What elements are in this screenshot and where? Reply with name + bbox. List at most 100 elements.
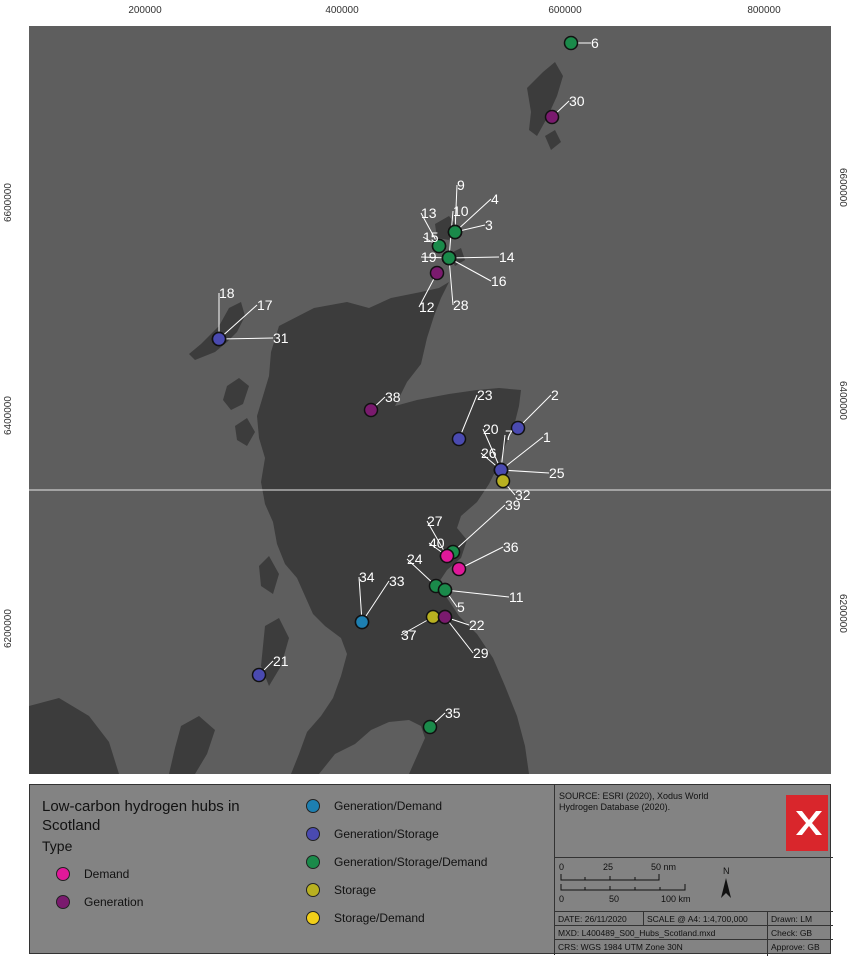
- hub-label: 33: [389, 573, 405, 589]
- legend-label: Generation/Storage: [334, 827, 439, 841]
- map-canvas[interactable]: 6 30 9 4 13 10 3 15 14 19 16 12 28 18 17 31 38 23 2 20 7 1 26 2…: [29, 26, 831, 774]
- hub-marker[interactable]: [354, 614, 370, 630]
- north-label: N: [723, 866, 730, 876]
- legend-item-generation-storage: Generation/Storage: [306, 827, 439, 841]
- hub-label: 12: [419, 299, 435, 315]
- scale-km-0: 0: [559, 894, 564, 904]
- hub-marker[interactable]: [437, 609, 453, 625]
- legend-item-demand: Demand: [56, 867, 129, 881]
- scale-nm-50: 50 nm: [651, 862, 676, 872]
- hub-label: 35: [445, 705, 461, 721]
- date-text: DATE: 26/11/2020: [558, 914, 627, 924]
- storage-swatch: [306, 883, 320, 897]
- hub-marker[interactable]: [563, 35, 579, 51]
- hub-marker[interactable]: [363, 402, 379, 418]
- y-tick-label-right: 6200000: [837, 594, 848, 633]
- check-text: Check: GB: [771, 928, 813, 938]
- hub-marker[interactable]: [544, 109, 560, 125]
- generation-demand-swatch: [306, 799, 320, 813]
- scale-km-100: 100 km: [661, 894, 691, 904]
- legend-label: Demand: [84, 867, 130, 881]
- hub-marker[interactable]: [211, 331, 227, 347]
- y-tick-label-right: 6600000: [837, 168, 848, 207]
- hub-marker[interactable]: [451, 561, 467, 577]
- hub-label: 23: [477, 387, 493, 403]
- legend-item-storage-demand: Storage/Demand: [306, 911, 425, 925]
- north-arrow-icon: [721, 878, 731, 898]
- hub-label: 9: [457, 177, 465, 193]
- legend-item-generation: Generation: [56, 895, 143, 909]
- y-tick-label: 6200000: [3, 609, 14, 648]
- hub-label: 14: [499, 249, 515, 265]
- x-tick-label: 400000: [325, 5, 359, 16]
- legend-type-label: Type: [42, 838, 73, 854]
- x-tick-label: 200000: [128, 5, 162, 16]
- scale-km-50: 50: [609, 894, 619, 904]
- landmass: [29, 62, 563, 774]
- storage-demand-swatch: [306, 911, 320, 925]
- hub-marker[interactable]: [251, 667, 267, 683]
- hub-label: 40: [429, 535, 445, 551]
- hub-label: 16: [491, 273, 507, 289]
- hub-label: 37: [401, 627, 417, 643]
- hub-label: 38: [385, 389, 401, 405]
- hub-label: 22: [469, 617, 485, 633]
- scale-nm-25: 25: [603, 862, 613, 872]
- hub-label: 29: [473, 645, 489, 661]
- hub-label: 31: [273, 330, 289, 346]
- source-text: SOURCE: ESRI (2020), Xodus World Hydroge…: [559, 791, 709, 812]
- mxd-text: MXD: L400489_S00_Hubs_Scotland.mxd: [558, 928, 716, 938]
- legend-item-generation-demand: Generation/Demand: [306, 799, 442, 813]
- hub-marker[interactable]: [429, 265, 445, 281]
- meta-row-crs: CRS: WGS 1984 UTM Zone 30N Approve: GB: [555, 939, 833, 956]
- leader-line: [444, 589, 510, 598]
- hub-label: 15: [423, 229, 439, 245]
- hub-label: 18: [219, 285, 235, 301]
- hub-marker[interactable]: [447, 224, 463, 240]
- hub-label: 27: [427, 513, 443, 529]
- hub-label: 39: [505, 497, 521, 513]
- x-tick-label: 800000: [747, 5, 781, 16]
- hub-label: 25: [549, 465, 565, 481]
- hub-label: 4: [491, 191, 499, 207]
- hub-label: 36: [503, 539, 519, 555]
- legend-label: Storage/Demand: [334, 911, 425, 925]
- generation-storage-swatch: [306, 827, 320, 841]
- legend-label: Generation/Demand: [334, 799, 443, 813]
- demand-swatch: [56, 867, 70, 881]
- drawn-text: Drawn: LM: [771, 914, 813, 924]
- hub-marker[interactable]: [425, 609, 441, 625]
- hub-label: 17: [257, 297, 273, 313]
- hub-label: 3: [485, 217, 493, 233]
- generation-swatch: [56, 895, 70, 909]
- x-tick-label: 600000: [548, 5, 582, 16]
- scale-bar: 0 25 50 nm 0 50 100 km N: [559, 862, 731, 904]
- crs-text: CRS: WGS 1984 UTM Zone 30N: [558, 942, 683, 952]
- hub-label: 7: [505, 427, 513, 443]
- hub-marker[interactable]: [495, 473, 511, 489]
- hub-label: 20: [483, 421, 499, 437]
- hub-label: 11: [509, 589, 524, 605]
- hub-marker[interactable]: [439, 548, 455, 564]
- hub-marker[interactable]: [422, 719, 438, 735]
- approve-text: Approve: GB: [771, 942, 820, 952]
- legend-panel: Low-carbon hydrogen hubs in Scotland Typ…: [29, 784, 833, 956]
- hub-label: 13: [421, 205, 437, 221]
- y-tick-label: 6600000: [3, 183, 14, 222]
- hub-label: 30: [569, 93, 585, 109]
- hub-marker[interactable]: [451, 431, 467, 447]
- hub-marker[interactable]: [441, 250, 457, 266]
- hub-marker[interactable]: [437, 582, 453, 598]
- meta-row-date: DATE: 26/11/2020 SCALE @ A4: 1:4,700,000…: [555, 911, 833, 926]
- hub-marker[interactable]: [510, 420, 526, 436]
- legend-label: Generation/Storage/Demand: [334, 855, 488, 869]
- scale-nm-0: 0: [559, 862, 564, 872]
- x-logo-icon: [796, 811, 822, 835]
- meta-row-mxd: MXD: L400489_S00_Hubs_Scotland.mxd Check…: [555, 925, 833, 940]
- hub-label: 6: [591, 35, 599, 51]
- info-panel: SOURCE: ESRI (2020), Xodus World Hydroge…: [554, 785, 833, 956]
- hub-label: 26: [481, 445, 497, 461]
- xodus-logo: [786, 795, 828, 851]
- y-tick-label-right: 6400000: [837, 381, 848, 420]
- hub-label: 24: [407, 551, 423, 567]
